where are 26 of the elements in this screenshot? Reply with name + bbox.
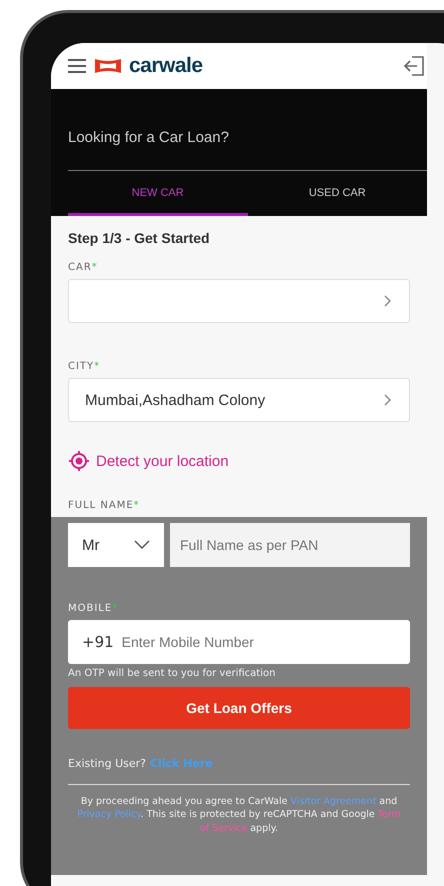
otp-hint: An OTP will be sent to you for verification [68, 668, 276, 679]
mobile-number-field[interactable]: Enter Mobile Number [120, 620, 410, 664]
tab[interactable]: USED CAR [248, 171, 427, 216]
full-name-field[interactable]: Full Name as per PAN [170, 523, 410, 567]
page-title: Looking for a Car Loan? [68, 129, 230, 146]
field-label: CAR* [68, 262, 99, 273]
field-label: FULL NAME* [68, 500, 141, 511]
existing-user-text: Existing User? [68, 757, 146, 770]
tab[interactable]: NEW CAR [68, 171, 248, 216]
chevron-right-icon [383, 294, 393, 308]
city-select[interactable]: Mumbai,Ashadham Colony [68, 378, 410, 422]
step-title: Step 1/3 - Get Started [68, 230, 211, 246]
brand-logo[interactable]: carwale [129, 54, 203, 78]
field-label: CITY* [68, 361, 102, 372]
chevron-right-icon [383, 393, 393, 407]
menu-icon[interactable] [67, 58, 87, 74]
field-label: MOBILE* [68, 603, 120, 614]
login-icon[interactable] [403, 54, 427, 78]
legal-notice: By proceeding ahead you agree to CarWale Visitor Agreement and Privacy Policy. This site is protected by reCAPTCHA and Google Term of Service apply. [76, 795, 402, 835]
country-code-prefix: +91 [68, 620, 120, 664]
chevron-down-icon [134, 540, 150, 550]
detect-location-link[interactable]: Detect your location [96, 452, 229, 470]
get-loan-offers-button[interactable]: Get Loan Offers [68, 687, 410, 729]
car-logo-icon [93, 57, 123, 75]
location-target-icon [68, 450, 90, 472]
salutation-dropdown[interactable]: Mr [68, 523, 164, 567]
